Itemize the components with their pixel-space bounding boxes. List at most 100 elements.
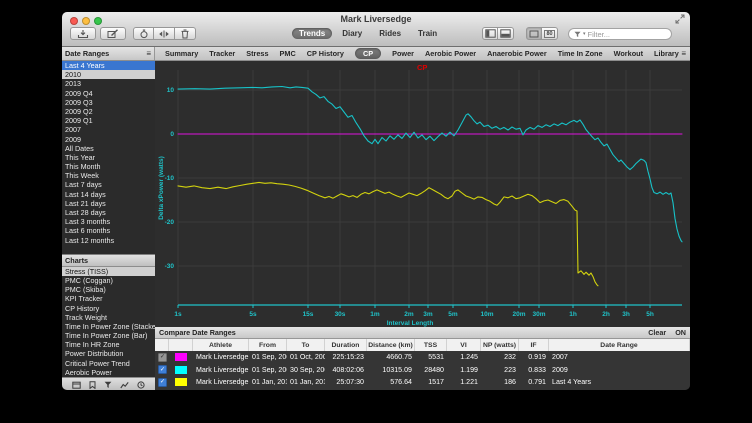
charts-header: Charts	[62, 254, 155, 267]
cell-range: Last 4 Years	[549, 378, 690, 386]
compose-button[interactable]	[100, 27, 126, 40]
sidebar-item-last-14-days[interactable]: Last 14 days	[62, 190, 155, 199]
sidebar-chart-cp-history[interactable]: CP History	[62, 304, 155, 313]
sidebar-item-2009-q4[interactable]: 2009 Q4	[62, 89, 155, 98]
sidebar-chart-time-in-hr-zone[interactable]: Time In HR Zone	[62, 340, 155, 349]
sidebar-chart-time-in-power-zone-stacked[interactable]: Time In Power Zone (Stacked)	[62, 322, 155, 331]
tab-workout[interactable]: Workout	[614, 49, 643, 58]
split-button[interactable]	[154, 27, 175, 40]
cell-np: 232	[481, 353, 519, 361]
interval-button[interactable]	[133, 27, 154, 40]
tabs-menu-icon[interactable]: ≡	[681, 49, 686, 58]
toggle-sidebar-button[interactable]	[482, 27, 498, 40]
cell-from: 01 Jan, 2011	[249, 378, 287, 386]
tab-power[interactable]: Power	[392, 49, 414, 58]
column-header-col1	[169, 339, 193, 351]
cell-distance: 576.64	[367, 378, 415, 386]
bookmark-icon[interactable]	[89, 381, 96, 389]
row-checkbox[interactable]: ✓	[158, 365, 167, 374]
tab-stress[interactable]: Stress	[246, 49, 268, 58]
table-row[interactable]: ✓Mark Liversedge01 Sep, 200601 Oct, 2007…	[155, 351, 690, 364]
fullscreen-icon[interactable]	[675, 14, 685, 24]
column-header-athlete: Athlete	[193, 339, 249, 351]
sidebar-chart-time-in-power-zone-bar[interactable]: Time In Power Zone (Bar)	[62, 331, 155, 340]
sidebar-chart-power-distribution[interactable]: Power Distribution	[62, 349, 155, 358]
sidebar-item-2010[interactable]: 2010	[62, 70, 155, 79]
tab-cp[interactable]: CP	[355, 48, 381, 59]
sidebar-chart-critical-power-trend[interactable]: Critical Power Trend	[62, 359, 155, 368]
sidebar-item-2009-q3[interactable]: 2009 Q3	[62, 98, 155, 107]
row-checkbox[interactable]: ✓	[158, 378, 167, 387]
cell-from: 01 Sep, 2008	[249, 366, 287, 374]
tab-cp-history[interactable]: CP History	[307, 49, 344, 58]
table-row[interactable]: ✓Mark Liversedge01 Jan, 201101 Jan, 2015…	[155, 376, 690, 389]
column-header-np-watts: NP (watts)	[481, 339, 519, 351]
sidebar-item-last-7-days[interactable]: Last 7 days	[62, 180, 155, 189]
date-ranges-menu-icon[interactable]: ≡	[146, 49, 151, 58]
cell-if: 0.833	[519, 366, 549, 374]
app-window: Mark Liversedge	[62, 12, 690, 390]
tab-tracker[interactable]: Tracker	[209, 49, 235, 58]
table-row[interactable]: ✓Mark Liversedge01 Sep, 200830 Sep, 2009…	[155, 364, 690, 377]
sidebar-item-last-21-days[interactable]: Last 21 days	[62, 199, 155, 208]
sidebar-item-2009[interactable]: 2009	[62, 135, 155, 144]
tab-aerobic-power[interactable]: Aerobic Power	[425, 49, 476, 58]
cell-distance: 10315.09	[367, 366, 415, 374]
tab-pmc[interactable]: PMC	[280, 49, 296, 58]
y-tick-label: 0	[170, 131, 174, 138]
scope-tab-train[interactable]: Train	[411, 28, 444, 39]
sidebar-item-2013[interactable]: 2013	[62, 79, 155, 88]
sidebar-item-last-4-years[interactable]: Last 4 Years	[62, 61, 155, 70]
cp-chart[interactable]: 1s5s15s30s1m2m3m5m10m20m30m1h2h3h5h100-1…	[155, 61, 690, 327]
sidebar-item-all-dates[interactable]: All Dates	[62, 144, 155, 153]
sidebar-chart-aerobic-power[interactable]: Aerobic Power	[62, 368, 155, 377]
y-tick-label: -20	[165, 219, 175, 226]
sidebar-item-this-week[interactable]: This Week	[62, 171, 155, 180]
row-checkbox[interactable]: ✓	[158, 353, 167, 362]
filter-icon[interactable]	[104, 381, 112, 389]
calendar-icon[interactable]	[72, 381, 81, 389]
tab-time-in-zone[interactable]: Time In Zone	[558, 49, 603, 58]
sidebar-item-2009-q2[interactable]: 2009 Q2	[62, 107, 155, 116]
sidebar-item-last-6-months[interactable]: Last 6 months	[62, 226, 155, 235]
sidebar-item-last-28-days[interactable]: Last 28 days	[62, 208, 155, 217]
filter-field[interactable]: ▾ Filter...	[568, 28, 672, 40]
tab-anaerobic-power[interactable]: Anaerobic Power	[487, 49, 547, 58]
scope-tab-trends[interactable]: Trends	[292, 28, 332, 39]
sidebar-chart-stress-tiss[interactable]: Stress (TISS)	[62, 267, 155, 276]
tiled-view-button[interactable]: 80	[542, 27, 558, 40]
sidebar-item-2007[interactable]: 2007	[62, 125, 155, 134]
import-button[interactable]	[70, 27, 96, 40]
sidebar-item-last-12-months[interactable]: Last 12 months	[62, 236, 155, 245]
cell-tss: 1517	[415, 378, 447, 386]
cell-range: 2009	[549, 366, 690, 374]
cell-vi: 1.245	[447, 353, 481, 361]
y-tick-label: -30	[165, 263, 175, 270]
sidebar-chart-track-weight[interactable]: Track Weight	[62, 313, 155, 322]
on-toggle[interactable]: ON	[675, 328, 686, 337]
toggle-lowbar-button[interactable]	[498, 27, 514, 40]
clear-button[interactable]: Clear	[648, 328, 666, 337]
sidebar-item-last-3-months[interactable]: Last 3 months	[62, 217, 155, 226]
sidebar-item-this-year[interactable]: This Year	[62, 153, 155, 162]
tab-library[interactable]: Library	[654, 49, 679, 58]
x-tick-label: 2h	[602, 311, 610, 318]
trend-chart-icon[interactable]	[120, 381, 129, 389]
sidebar-chart-pmc-skiba[interactable]: PMC (Skiba)	[62, 285, 155, 294]
delete-button[interactable]	[175, 27, 196, 40]
clock-icon[interactable]	[137, 381, 145, 389]
sidebar-item-2009-q1[interactable]: 2009 Q1	[62, 116, 155, 125]
x-tick-label: 5s	[249, 311, 257, 318]
sidebar-spacer	[62, 245, 155, 254]
scope-tab-diary[interactable]: Diary	[335, 28, 369, 39]
sidebar-item-this-month[interactable]: This Month	[62, 162, 155, 171]
series-color-swatch	[175, 366, 187, 374]
cell-np: 186	[481, 378, 519, 386]
tabbed-view-button[interactable]	[526, 27, 542, 40]
sidebar-chart-pmc-coggan[interactable]: PMC (Coggan)	[62, 276, 155, 285]
scope-tabs: TrendsDiaryRidesTrain	[292, 28, 444, 39]
column-header-distance-km: Distance (km)	[367, 339, 415, 351]
sidebar-chart-kpi-tracker[interactable]: KPI Tracker	[62, 294, 155, 303]
tab-summary[interactable]: Summary	[165, 49, 198, 58]
scope-tab-rides[interactable]: Rides	[372, 28, 408, 39]
